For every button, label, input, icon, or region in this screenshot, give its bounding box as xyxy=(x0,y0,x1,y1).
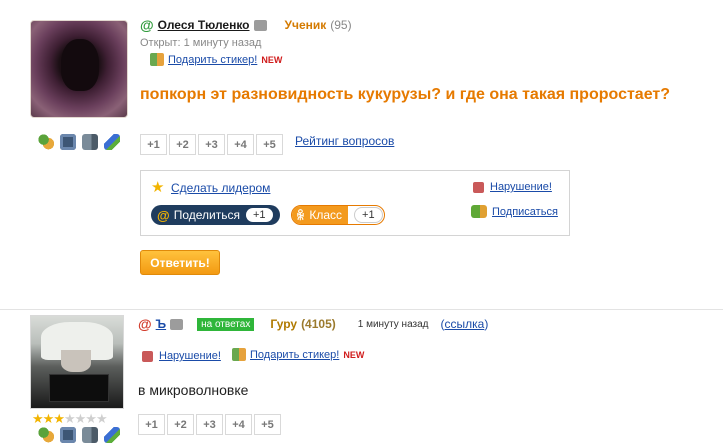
warning-icon xyxy=(473,181,484,193)
answer-violation-row: Нарушение! xyxy=(142,350,221,362)
vote-plus-4[interactable]: +4 xyxy=(227,134,254,155)
make-leader-link[interactable]: Сделать лидером xyxy=(171,181,270,195)
vote-plus-1[interactable]: +1 xyxy=(140,134,167,155)
share-at-icon: @ xyxy=(157,207,170,223)
vote-plus-4[interactable]: +4 xyxy=(225,414,252,435)
section-divider xyxy=(0,309,723,310)
new-badge: NEW xyxy=(343,349,365,360)
answer-author-line: @ Ъ на ответах Гуру (4105) 1 минуту наза… xyxy=(138,316,488,332)
gift-sticker-row: Подарить стикер! NEW xyxy=(150,53,282,66)
star-icon: ★ xyxy=(151,179,165,196)
photo-icon[interactable] xyxy=(60,134,76,150)
class-label: Класс xyxy=(309,208,343,222)
warning-icon xyxy=(142,350,153,362)
reply-button[interactable]: Ответить! xyxy=(140,250,220,275)
subscribe-link[interactable]: Подписаться xyxy=(492,206,558,218)
question-author-name[interactable]: Олеся Тюленко xyxy=(158,18,250,32)
vote-plus-1[interactable]: +1 xyxy=(138,414,165,435)
answer-violation-link[interactable]: Нарушение! xyxy=(159,350,221,362)
answer-link[interactable]: ссылка xyxy=(445,317,485,331)
answer-author-name[interactable]: Ъ xyxy=(156,317,166,331)
answer-gift-link[interactable]: Подарить стикер! xyxy=(250,349,339,361)
gift-icon xyxy=(232,348,246,361)
offline-at-icon: @ xyxy=(138,316,152,332)
video-icon[interactable] xyxy=(82,427,98,443)
answer-text: в микроволновке xyxy=(138,382,249,398)
make-leader-row: ★ Сделать лидером xyxy=(151,180,270,195)
question-author-points: (95) xyxy=(330,18,352,32)
answer-author-avatar[interactable] xyxy=(30,315,124,409)
question-author-avatar[interactable] xyxy=(30,20,128,118)
pencil-icon[interactable] xyxy=(104,427,120,443)
gift-icon xyxy=(150,53,164,66)
question-actions-box: ★ Сделать лидером @ Поделиться +1 ꆜ Клас… xyxy=(140,170,570,236)
photo-icon[interactable] xyxy=(60,427,76,443)
new-badge: NEW xyxy=(261,54,283,65)
ok-icon: ꆜ xyxy=(296,209,306,223)
class-button[interactable]: ꆜ Класс +1 xyxy=(291,205,385,225)
vote-plus-3[interactable]: +3 xyxy=(196,414,223,435)
answer-author-stars: ★★★★★★★ xyxy=(32,411,108,426)
subscribe-icon xyxy=(471,205,487,218)
violation-link[interactable]: Нарушение! xyxy=(490,181,552,193)
vote-plus-2[interactable]: +2 xyxy=(167,414,194,435)
video-icon[interactable] xyxy=(82,134,98,150)
subscribe-row: Подписаться xyxy=(471,205,558,218)
answer-author-icons xyxy=(38,427,120,443)
answer-time: 1 минуту назад xyxy=(357,318,429,330)
vote-plus-3[interactable]: +3 xyxy=(198,134,225,155)
question-author-rank: Ученик xyxy=(284,18,327,32)
answer-link-close: ) xyxy=(484,317,489,331)
on-answers-badge: на ответах xyxy=(197,317,255,331)
class-count: +1 xyxy=(354,207,383,223)
mail-icon[interactable] xyxy=(170,318,184,330)
online-at-icon: @ xyxy=(140,17,154,33)
violation-row: Нарушение! xyxy=(473,181,552,193)
gift-sticker-link[interactable]: Подарить стикер! xyxy=(168,54,257,66)
question-opened-time: Открыт: 1 минуту назад xyxy=(140,37,262,49)
class-lead: ꆜ Класс xyxy=(292,206,349,224)
answer-author-rank: Гуру xyxy=(270,317,298,331)
answer-author-points: (4105) xyxy=(301,317,336,331)
vote-plus-5[interactable]: +5 xyxy=(254,414,281,435)
answer-vote-row: +1 +2 +3 +4 +5 xyxy=(138,414,283,435)
question-vote-row: +1 +2 +3 +4 +5 xyxy=(140,134,285,155)
vote-plus-5[interactable]: +5 xyxy=(256,134,283,155)
share-label: Поделиться xyxy=(173,208,240,222)
people-icon[interactable] xyxy=(38,427,54,443)
people-icon[interactable] xyxy=(38,134,54,150)
vote-plus-2[interactable]: +2 xyxy=(169,134,196,155)
rating-questions-link[interactable]: Рейтинг вопросов xyxy=(295,134,394,148)
question-author-icons xyxy=(38,134,120,150)
pencil-icon[interactable] xyxy=(104,134,120,150)
mail-icon[interactable] xyxy=(253,19,267,31)
question-author-line: @ Олеся Тюленко Ученик (95) xyxy=(140,17,352,33)
question-text: попкорн эт разновидность кукурузы? и где… xyxy=(140,86,670,103)
share-count: +1 xyxy=(245,208,273,222)
share-button[interactable]: @ Поделиться +1 xyxy=(151,205,280,225)
answer-gift-row: Подарить стикер! NEW xyxy=(232,348,364,361)
